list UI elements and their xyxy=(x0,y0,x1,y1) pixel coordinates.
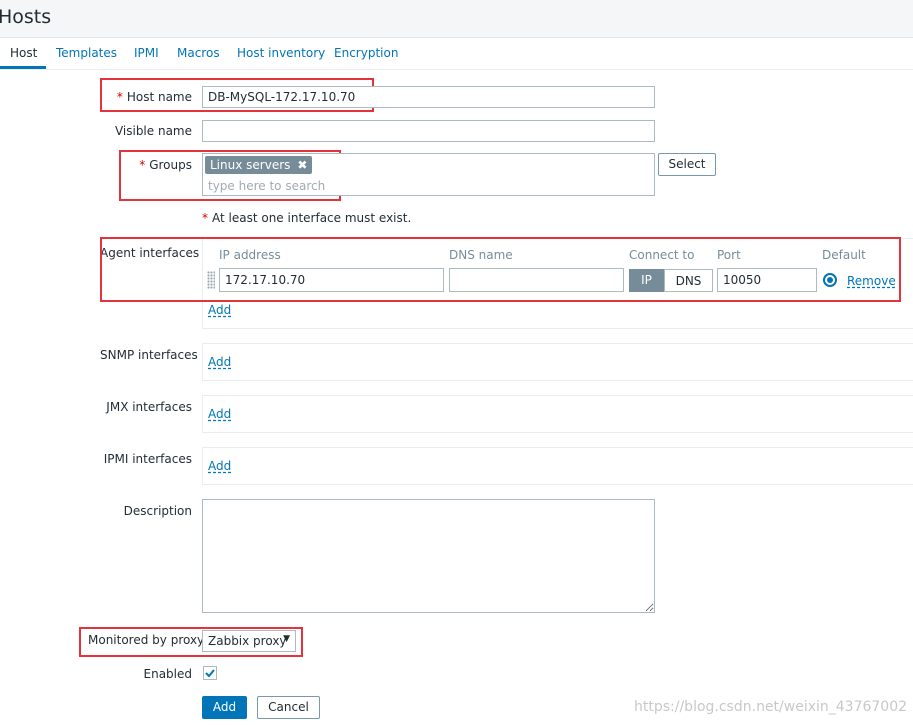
description-label: Description xyxy=(123,504,192,518)
highlight-agent-interfaces xyxy=(100,237,901,302)
group-tag: Linux servers ✖ xyxy=(205,156,313,174)
description-textarea[interactable] xyxy=(202,499,655,613)
add-agent-interface-link[interactable]: Add xyxy=(208,303,231,317)
page-header xyxy=(0,0,913,38)
proxy-select[interactable]: Zabbix proxy ▼ xyxy=(202,630,296,652)
tab-host-inventory[interactable]: Host inventory xyxy=(237,46,325,60)
snmp-interfaces-label: SNMP interfaces xyxy=(100,348,198,362)
tab-ipmi[interactable]: IPMI xyxy=(134,46,159,60)
visible-name-input[interactable] xyxy=(202,120,655,142)
groups-label: * Groups xyxy=(139,158,192,172)
checkmark-icon xyxy=(205,669,215,678)
enabled-label: Enabled xyxy=(143,667,193,681)
enabled-checkbox[interactable] xyxy=(203,666,217,680)
tab-host[interactable]: Host xyxy=(10,46,37,60)
groups-select-button[interactable]: Select xyxy=(658,153,716,176)
host-name-input[interactable] xyxy=(202,86,655,108)
monitored-by-proxy-label: Monitored by proxy xyxy=(88,633,205,647)
tab-templates[interactable]: Templates xyxy=(56,46,117,60)
snmp-interfaces-panel xyxy=(202,343,913,381)
host-name-label: * Host name xyxy=(116,90,192,104)
chevron-down-icon: ▼ xyxy=(283,634,290,644)
active-tab-indicator xyxy=(0,66,46,69)
page-title: Hosts xyxy=(0,6,52,28)
visible-name-label: Visible name xyxy=(114,124,192,138)
ipmi-interfaces-panel xyxy=(202,447,913,485)
tab-macros[interactable]: Macros xyxy=(177,46,220,60)
watermark-text: https://blog.csdn.net/weixin_43767002 xyxy=(634,699,908,715)
add-button[interactable]: Add xyxy=(202,696,247,719)
add-snmp-interface-link[interactable]: Add xyxy=(208,355,231,369)
add-jmx-interface-link[interactable]: Add xyxy=(208,407,231,421)
groups-search-placeholder[interactable]: type here to search xyxy=(208,179,325,193)
interface-warning: * At least one interface must exist. xyxy=(202,211,412,225)
jmx-interfaces-panel xyxy=(202,395,913,433)
proxy-select-value: Zabbix proxy xyxy=(208,634,287,648)
cancel-button[interactable]: Cancel xyxy=(257,696,320,719)
tab-bar: Host Templates IPMI Macros Host inventor… xyxy=(0,38,913,70)
jmx-interfaces-label: JMX interfaces xyxy=(106,400,192,414)
remove-tag-icon[interactable]: ✖ xyxy=(297,158,307,172)
ipmi-interfaces-label: IPMI interfaces xyxy=(103,452,192,466)
tab-encryption[interactable]: Encryption xyxy=(334,46,398,60)
add-ipmi-interface-link[interactable]: Add xyxy=(208,459,231,473)
